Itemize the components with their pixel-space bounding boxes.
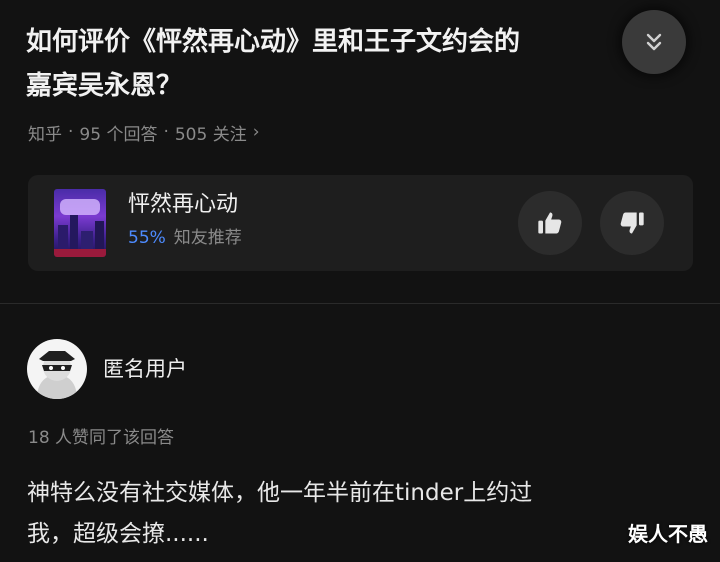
question-meta[interactable]: 知乎 · 95 个回答 · 505 关注 › [28,119,260,145]
thumbs-up-icon [538,212,562,234]
answer-content[interactable]: 神特么没有社交媒体，他一年半前在tinder上约过 我，超级会撩...... [27,473,677,555]
answer-count: 95 个回答 [79,124,158,145]
chevron-double-down-icon [646,33,662,51]
rating-percent: 55% [128,228,166,248]
show-rating: 55% 知友推荐 [128,225,242,251]
source-label: 知乎 [28,124,62,145]
watermark: 娱人不愚 [628,522,708,546]
chevron-right-icon: › [252,122,260,142]
author-name[interactable]: 匿名用户 [103,353,187,385]
anonymous-avatar-icon[interactable] [27,339,87,399]
question-title-line-1: 如何评价《怦然再心动》里和王子文约会的 [26,27,521,57]
thumbs-down-icon [620,212,644,234]
section-divider [0,303,720,304]
show-name[interactable]: 怦然再心动 [128,189,238,221]
upvote-button[interactable] [518,191,582,255]
follower-count: 505 关注 [174,124,247,145]
like-count: 18 人赞同了该回答 [28,428,175,448]
question-title-line-2: 嘉宾吴永恩？ [26,71,183,101]
zhihu-question-page: 如何评价《怦然再心动》里和王子文约会的 嘉宾吴永恩？ 知乎 · 95 个回答 ·… [0,0,720,562]
meta-separator: · [163,122,169,142]
rating-label: 知友推荐 [173,228,242,248]
collapse-button[interactable] [622,10,686,74]
downvote-button[interactable] [600,191,664,255]
meta-separator: · [68,122,74,142]
question-title[interactable]: 如何评价《怦然再心动》里和王子文约会的 嘉宾吴永恩？ [26,20,626,108]
answer-line-2: 我，超级会撩...... [27,521,209,547]
answer-line-1: 神特么没有社交媒体，他一年半前在tinder上约过 [27,480,533,506]
show-poster[interactable] [54,189,106,257]
show-card[interactable]: 怦然再心动 55% 知友推荐 [28,175,693,271]
